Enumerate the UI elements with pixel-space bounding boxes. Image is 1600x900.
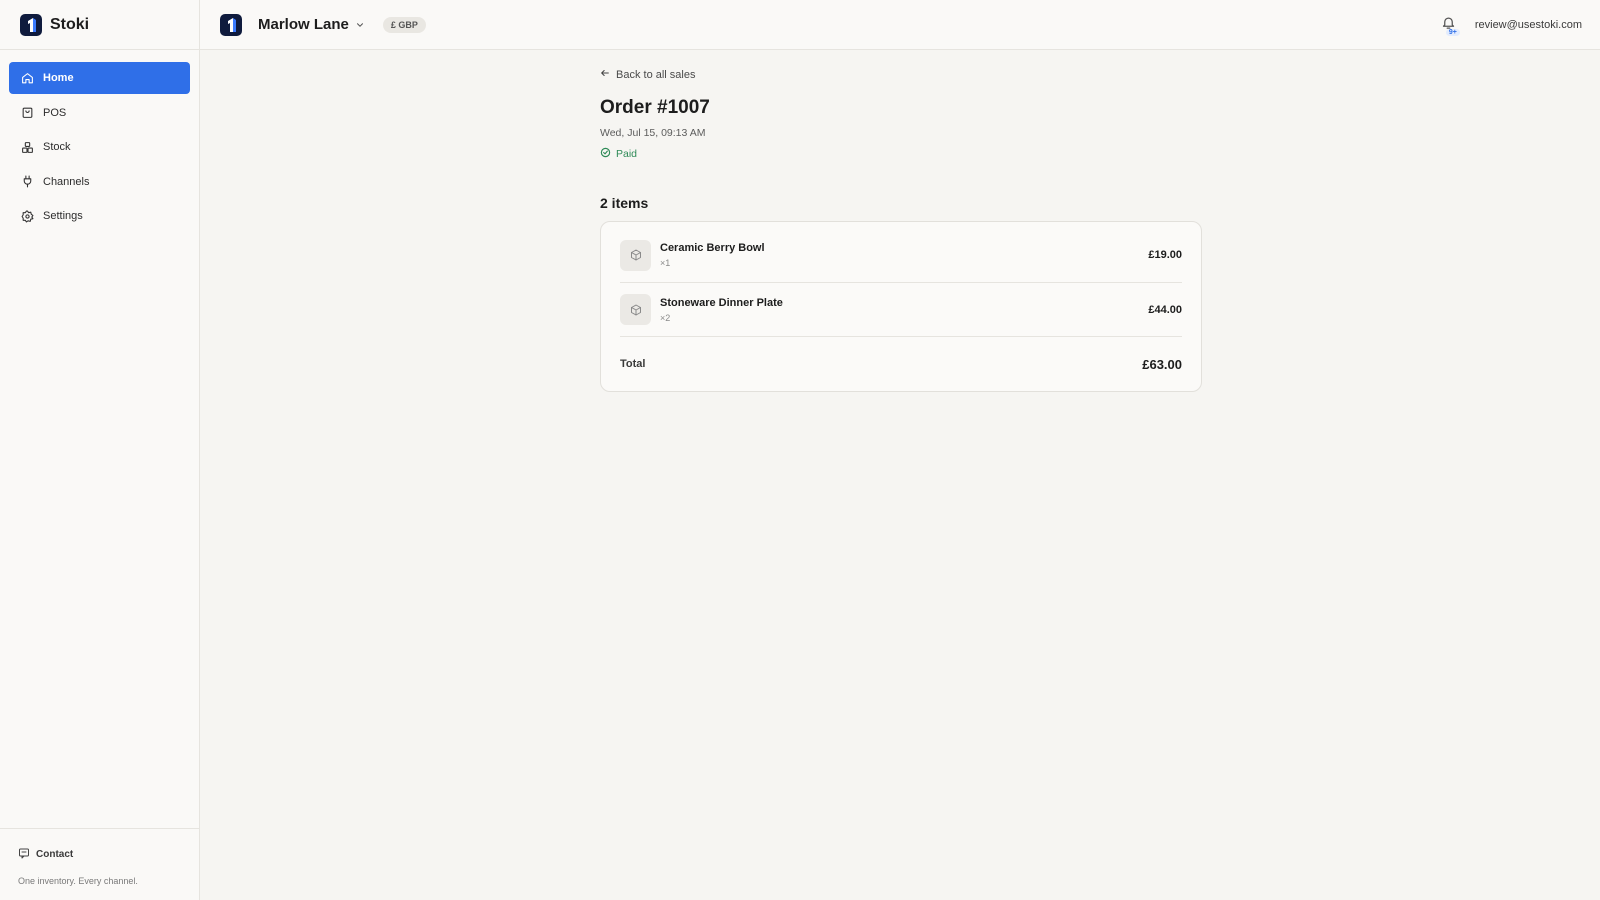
status-badge: Paid <box>600 147 1202 161</box>
sidebar-item-channels[interactable]: Channels <box>9 166 190 198</box>
order-date: Wed, Jul 15, 09:13 AM <box>600 127 706 139</box>
total-value: £63.00 <box>1142 356 1182 372</box>
chevron-down-icon[interactable] <box>355 20 365 30</box>
sidebar-item-stock[interactable]: Stock <box>9 131 190 163</box>
item-info: Ceramic Berry Bowl ×1 <box>660 242 1148 268</box>
list-item: Stoneware Dinner Plate ×2 £44.00 <box>620 283 1182 337</box>
sidebar-nav: Home POS Stock Channels Settings <box>0 50 199 247</box>
brand-name: Stoki <box>50 15 90 33</box>
order-detail: Back to all sales Order #1007 Wed, Jul 1… <box>600 68 1202 392</box>
package-icon <box>620 294 651 325</box>
home-icon <box>19 70 35 86</box>
sidebar-item-label: Settings <box>43 210 83 222</box>
contact-link[interactable]: Contact <box>18 847 182 862</box>
contact-label: Contact <box>36 849 74 860</box>
store-switcher[interactable]: Marlow Lane <box>258 16 349 33</box>
item-price: £19.00 <box>1148 249 1182 261</box>
back-link-label: Back to all sales <box>616 68 696 81</box>
sidebar-item-label: Home <box>43 72 74 84</box>
sidebar-item-settings[interactable]: Settings <box>9 200 190 232</box>
shopping-bag-icon <box>19 105 35 121</box>
check-circle-icon <box>600 147 611 161</box>
gear-icon <box>19 208 35 224</box>
stoki-logo-icon <box>20 13 42 36</box>
list-item: Ceramic Berry Bowl ×1 £19.00 <box>620 222 1182 283</box>
topbar: Marlow Lane £ GBP 9+ review@usestoki.com <box>200 0 1600 50</box>
plug-icon <box>19 174 35 190</box>
tagline: One inventory. Every channel. <box>18 876 138 886</box>
message-icon <box>18 847 30 862</box>
sidebar-item-label: POS <box>43 106 67 119</box>
item-name: Stoneware Dinner Plate <box>660 296 783 309</box>
sidebar-item-label: Channels <box>43 175 90 188</box>
sidebar-item-label: Stock <box>43 141 71 153</box>
boxes-icon <box>19 139 35 155</box>
user-menu[interactable]: review@usestoki.com <box>1475 19 1582 31</box>
currency-badge: £ GBP <box>382 16 426 33</box>
item-quantity: ×2 <box>660 312 671 323</box>
item-info: Stoneware Dinner Plate ×2 <box>660 297 1148 323</box>
item-price: £44.00 <box>1148 303 1182 316</box>
package-icon <box>620 239 651 271</box>
sidebar-item-pos[interactable]: POS <box>9 97 190 129</box>
items-heading: 2 items <box>600 195 649 211</box>
sidebar-item-home[interactable]: Home <box>9 62 190 94</box>
notification-count-badge: 9+ <box>1445 29 1460 36</box>
arrow-left-icon <box>600 68 610 81</box>
store-logo-icon <box>220 13 242 36</box>
item-name: Ceramic Berry Bowl <box>660 242 765 254</box>
status-label: Paid <box>616 148 638 160</box>
back-link[interactable]: Back to all sales <box>600 68 1202 81</box>
item-quantity: ×1 <box>660 258 671 268</box>
brand[interactable]: Stoki <box>0 0 199 50</box>
total-label: Total <box>620 358 646 370</box>
page-title: Order #1007 <box>600 97 710 118</box>
sidebar: Stoki Home POS Stock Channels Settings C… <box>0 0 200 900</box>
sidebar-footer: Contact One inventory. Every channel. <box>0 828 200 900</box>
total-row: Total £63.00 <box>620 337 1182 391</box>
topbar-right: 9+ review@usestoki.com <box>1439 0 1582 50</box>
order-items-card: Ceramic Berry Bowl ×1 £19.00 Stoneware D… <box>600 221 1202 392</box>
notifications-button[interactable]: 9+ <box>1439 15 1460 36</box>
